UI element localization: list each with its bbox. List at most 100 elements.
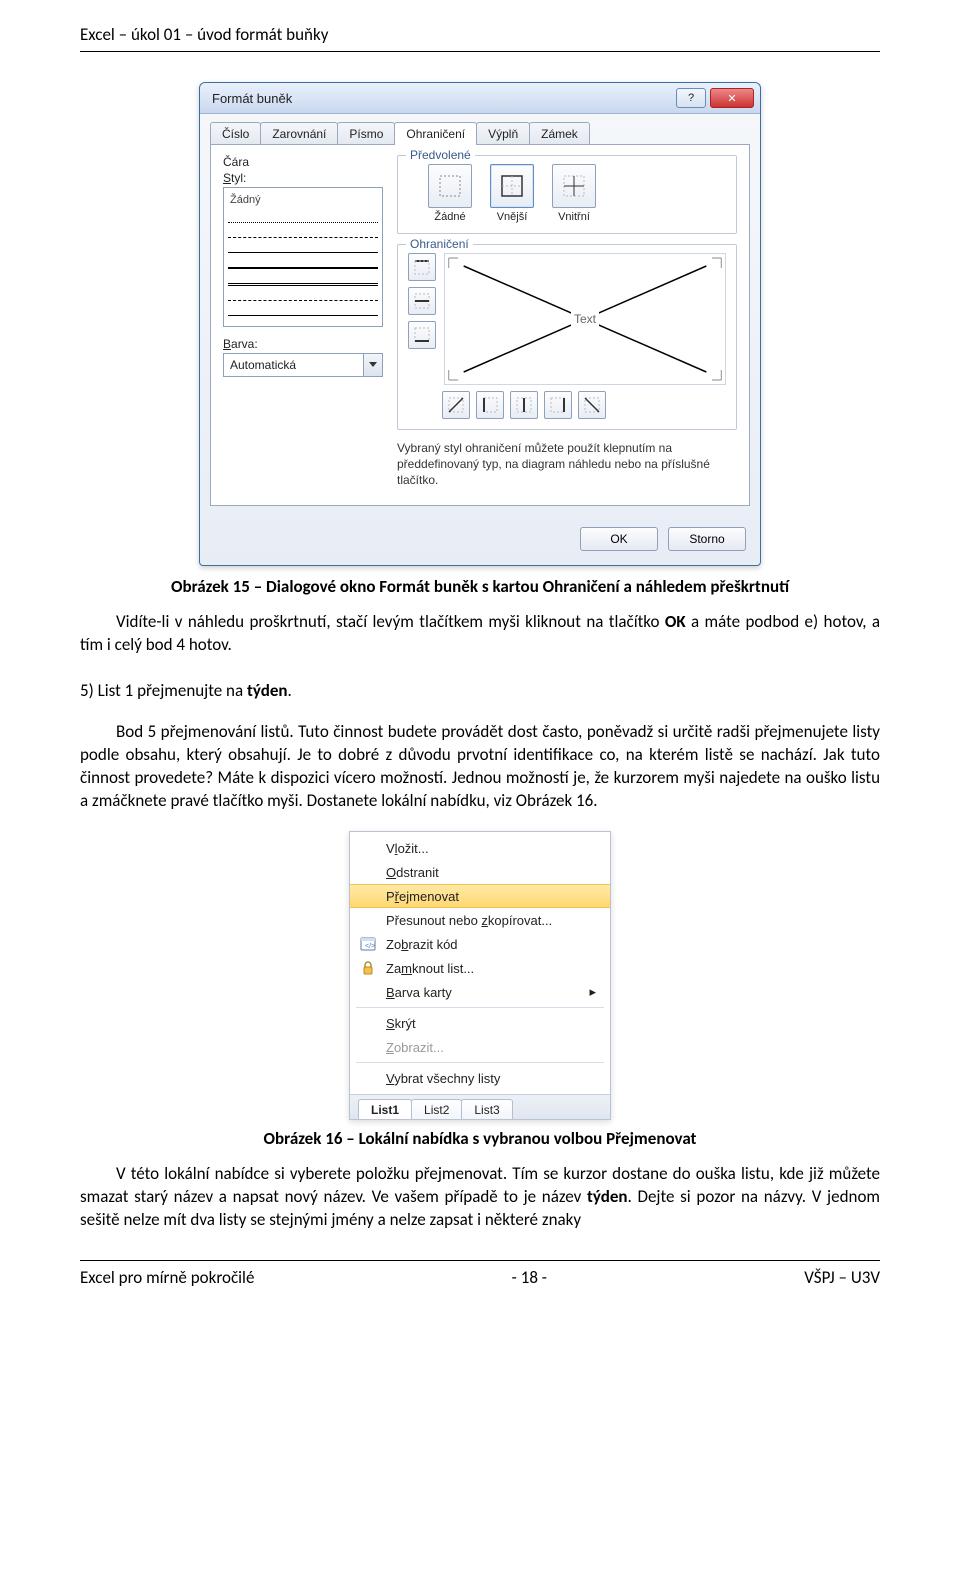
footer-center: - 18 - (512, 1267, 547, 1288)
paragraph-2: 5) List 1 přejmenujte na týden. (80, 680, 880, 703)
figure-16-caption: Obrázek 16 – Lokální nabídka s vybranou … (80, 1128, 880, 1149)
dialog-tabs: Číslo Zarovnání Písmo Ohraničení Výplň Z… (200, 114, 760, 145)
paragraph-4: V této lokální nabídce si vyberete polož… (80, 1163, 880, 1232)
ok-button[interactable]: OK (580, 527, 658, 551)
tab-vypln[interactable]: Výplň (476, 122, 530, 145)
ctx-label: Vložit... (386, 841, 429, 856)
para2-c: . (288, 680, 292, 701)
code-icon: </> (358, 935, 378, 953)
submenu-arrow-icon: ▸ (589, 984, 596, 1000)
ctx-label: Zobrazit... (386, 1040, 444, 1055)
style-thin[interactable] (228, 242, 378, 253)
page-footer: Excel pro mírně pokročilé - 18 - VŠPJ – … (80, 1267, 880, 1288)
ctx-label: Přesunout nebo zkopírovat... (386, 913, 552, 928)
ctx-zobrazit: Zobrazit... (350, 1035, 610, 1059)
border-vmid-button[interactable] (510, 391, 538, 419)
ctx-skryt[interactable]: Skrýt (350, 1011, 610, 1035)
paragraph-1: Vidíte-li v náhledu proškrtnutí, stačí l… (80, 611, 880, 657)
style-none[interactable]: Žádný (228, 192, 378, 210)
preset-inner[interactable]: Vnitřní (552, 164, 596, 223)
para1-b: OK (665, 611, 686, 632)
border-preview[interactable]: Text (444, 253, 726, 385)
tab-zamek[interactable]: Zámek (529, 122, 590, 145)
preset-inner-icon (552, 164, 596, 208)
ctx-label: Zobrazit kód (386, 937, 458, 952)
ohraniceni-label: Ohraničení (406, 237, 473, 251)
tab-cislo[interactable]: Číslo (210, 122, 261, 145)
style-medium[interactable] (228, 305, 378, 316)
storno-button[interactable]: Storno (668, 527, 746, 551)
dialog-title: Formát buněk (212, 91, 292, 106)
ohraniceni-group: Ohraničení (397, 244, 737, 430)
para1-a: Vidíte-li v náhledu proškrtnutí, stačí l… (116, 611, 665, 632)
paragraph-3: Bod 5 přejmenování listů. Tuto činnost b… (80, 721, 880, 813)
barva-label: Barva: (223, 337, 383, 351)
dialog-desc: Vybraný styl ohraničení můžete použít kl… (397, 440, 737, 489)
ctx-barva[interactable]: Barva karty ▸ (350, 980, 610, 1004)
chevron-down-icon[interactable] (363, 354, 382, 376)
preset-outer[interactable]: Vnější (490, 164, 534, 223)
style-dashdot[interactable] (228, 290, 378, 301)
border-top-button[interactable] (408, 253, 436, 281)
tab-ohraniceni[interactable]: Ohraničení (394, 122, 477, 145)
ctx-vybrat-vse[interactable]: Vybrat všechny listy (350, 1066, 610, 1090)
tab-pismo[interactable]: Písmo (337, 122, 395, 145)
border-diag-down-button[interactable] (578, 391, 606, 419)
format-cells-dialog: Formát buněk ? ✕ Číslo Zarovnání Písmo O… (199, 82, 761, 566)
ctx-label: Odstranit (386, 865, 439, 880)
styl-label: Styl: (223, 171, 383, 185)
ctx-vlozit[interactable]: Vložit... (350, 836, 610, 860)
context-menu: Vložit... Odstranit Přejmenovat Přesunou… (350, 832, 610, 1094)
line-style-list[interactable]: Žádný (223, 187, 383, 327)
para2-a: 5) List 1 přejmenujte na (80, 680, 247, 701)
sheet-tab-list1[interactable]: List1 (358, 1099, 412, 1119)
dialog-titlebar: Formát buněk ? ✕ (200, 83, 760, 114)
close-icon[interactable]: ✕ (710, 88, 754, 108)
ctx-odstranit[interactable]: Odstranit (350, 860, 610, 884)
para2-b: týden (247, 680, 288, 701)
svg-text:</>: </> (365, 943, 375, 950)
footer-right: VŠPJ – U3V (804, 1267, 880, 1288)
border-diag-up-button[interactable] (442, 391, 470, 419)
ctx-label: Vybrat všechny listy (386, 1071, 500, 1086)
lock-icon (358, 959, 378, 977)
sheet-tab-list3[interactable]: List3 (461, 1099, 512, 1119)
style-double[interactable] (228, 273, 378, 286)
style-dashed[interactable] (228, 227, 378, 238)
ctx-presunout[interactable]: Přesunout nebo zkopírovat... (350, 908, 610, 932)
color-value: Automatická (224, 358, 363, 372)
ctx-label: Barva karty (386, 985, 452, 1000)
preview-text: Text (571, 312, 599, 326)
style-dotted[interactable] (228, 212, 378, 223)
ctx-zobrazit-kod[interactable]: </> Zobrazit kód (350, 932, 610, 956)
ctx-prejmenovat[interactable]: Přejmenovat (350, 884, 610, 908)
footer-left: Excel pro mírně pokročilé (80, 1267, 254, 1288)
preset-none-label: Žádné (434, 211, 465, 223)
header-rule (80, 51, 880, 52)
tab-zarovnani[interactable]: Zarovnání (260, 122, 338, 145)
preset-none[interactable]: Žádné (428, 164, 472, 223)
para4-b: týden (587, 1186, 628, 1207)
border-right-button[interactable] (544, 391, 572, 419)
presets-label: Předvolené (406, 148, 475, 162)
figure-15-caption: Obrázek 15 – Dialogové okno Formát buněk… (80, 576, 880, 597)
preset-none-icon (428, 164, 472, 208)
sheet-tab-bar: List1 List2 List3 (350, 1094, 610, 1119)
help-icon[interactable]: ? (676, 88, 706, 108)
sheet-tab-list2[interactable]: List2 (411, 1099, 462, 1119)
ctx-separator (356, 1007, 604, 1008)
ctx-label: Zamknout list... (386, 961, 474, 976)
page-header: Excel – úkol 01 – úvod formát buňky (80, 24, 880, 45)
presets-group: Předvolené Žádné (397, 155, 737, 234)
border-bottom-button[interactable] (408, 321, 436, 349)
preset-outer-icon (490, 164, 534, 208)
color-combo[interactable]: Automatická (223, 353, 383, 377)
ctx-separator (356, 1062, 604, 1063)
ctx-zamknout[interactable]: Zamknout list... (350, 956, 610, 980)
cara-label: Čára (223, 155, 383, 169)
footer-rule (80, 1260, 880, 1261)
border-hmid-button[interactable] (408, 287, 436, 315)
border-left-button[interactable] (476, 391, 504, 419)
style-thick[interactable] (228, 257, 378, 269)
preset-inner-label: Vnitřní (558, 211, 590, 223)
